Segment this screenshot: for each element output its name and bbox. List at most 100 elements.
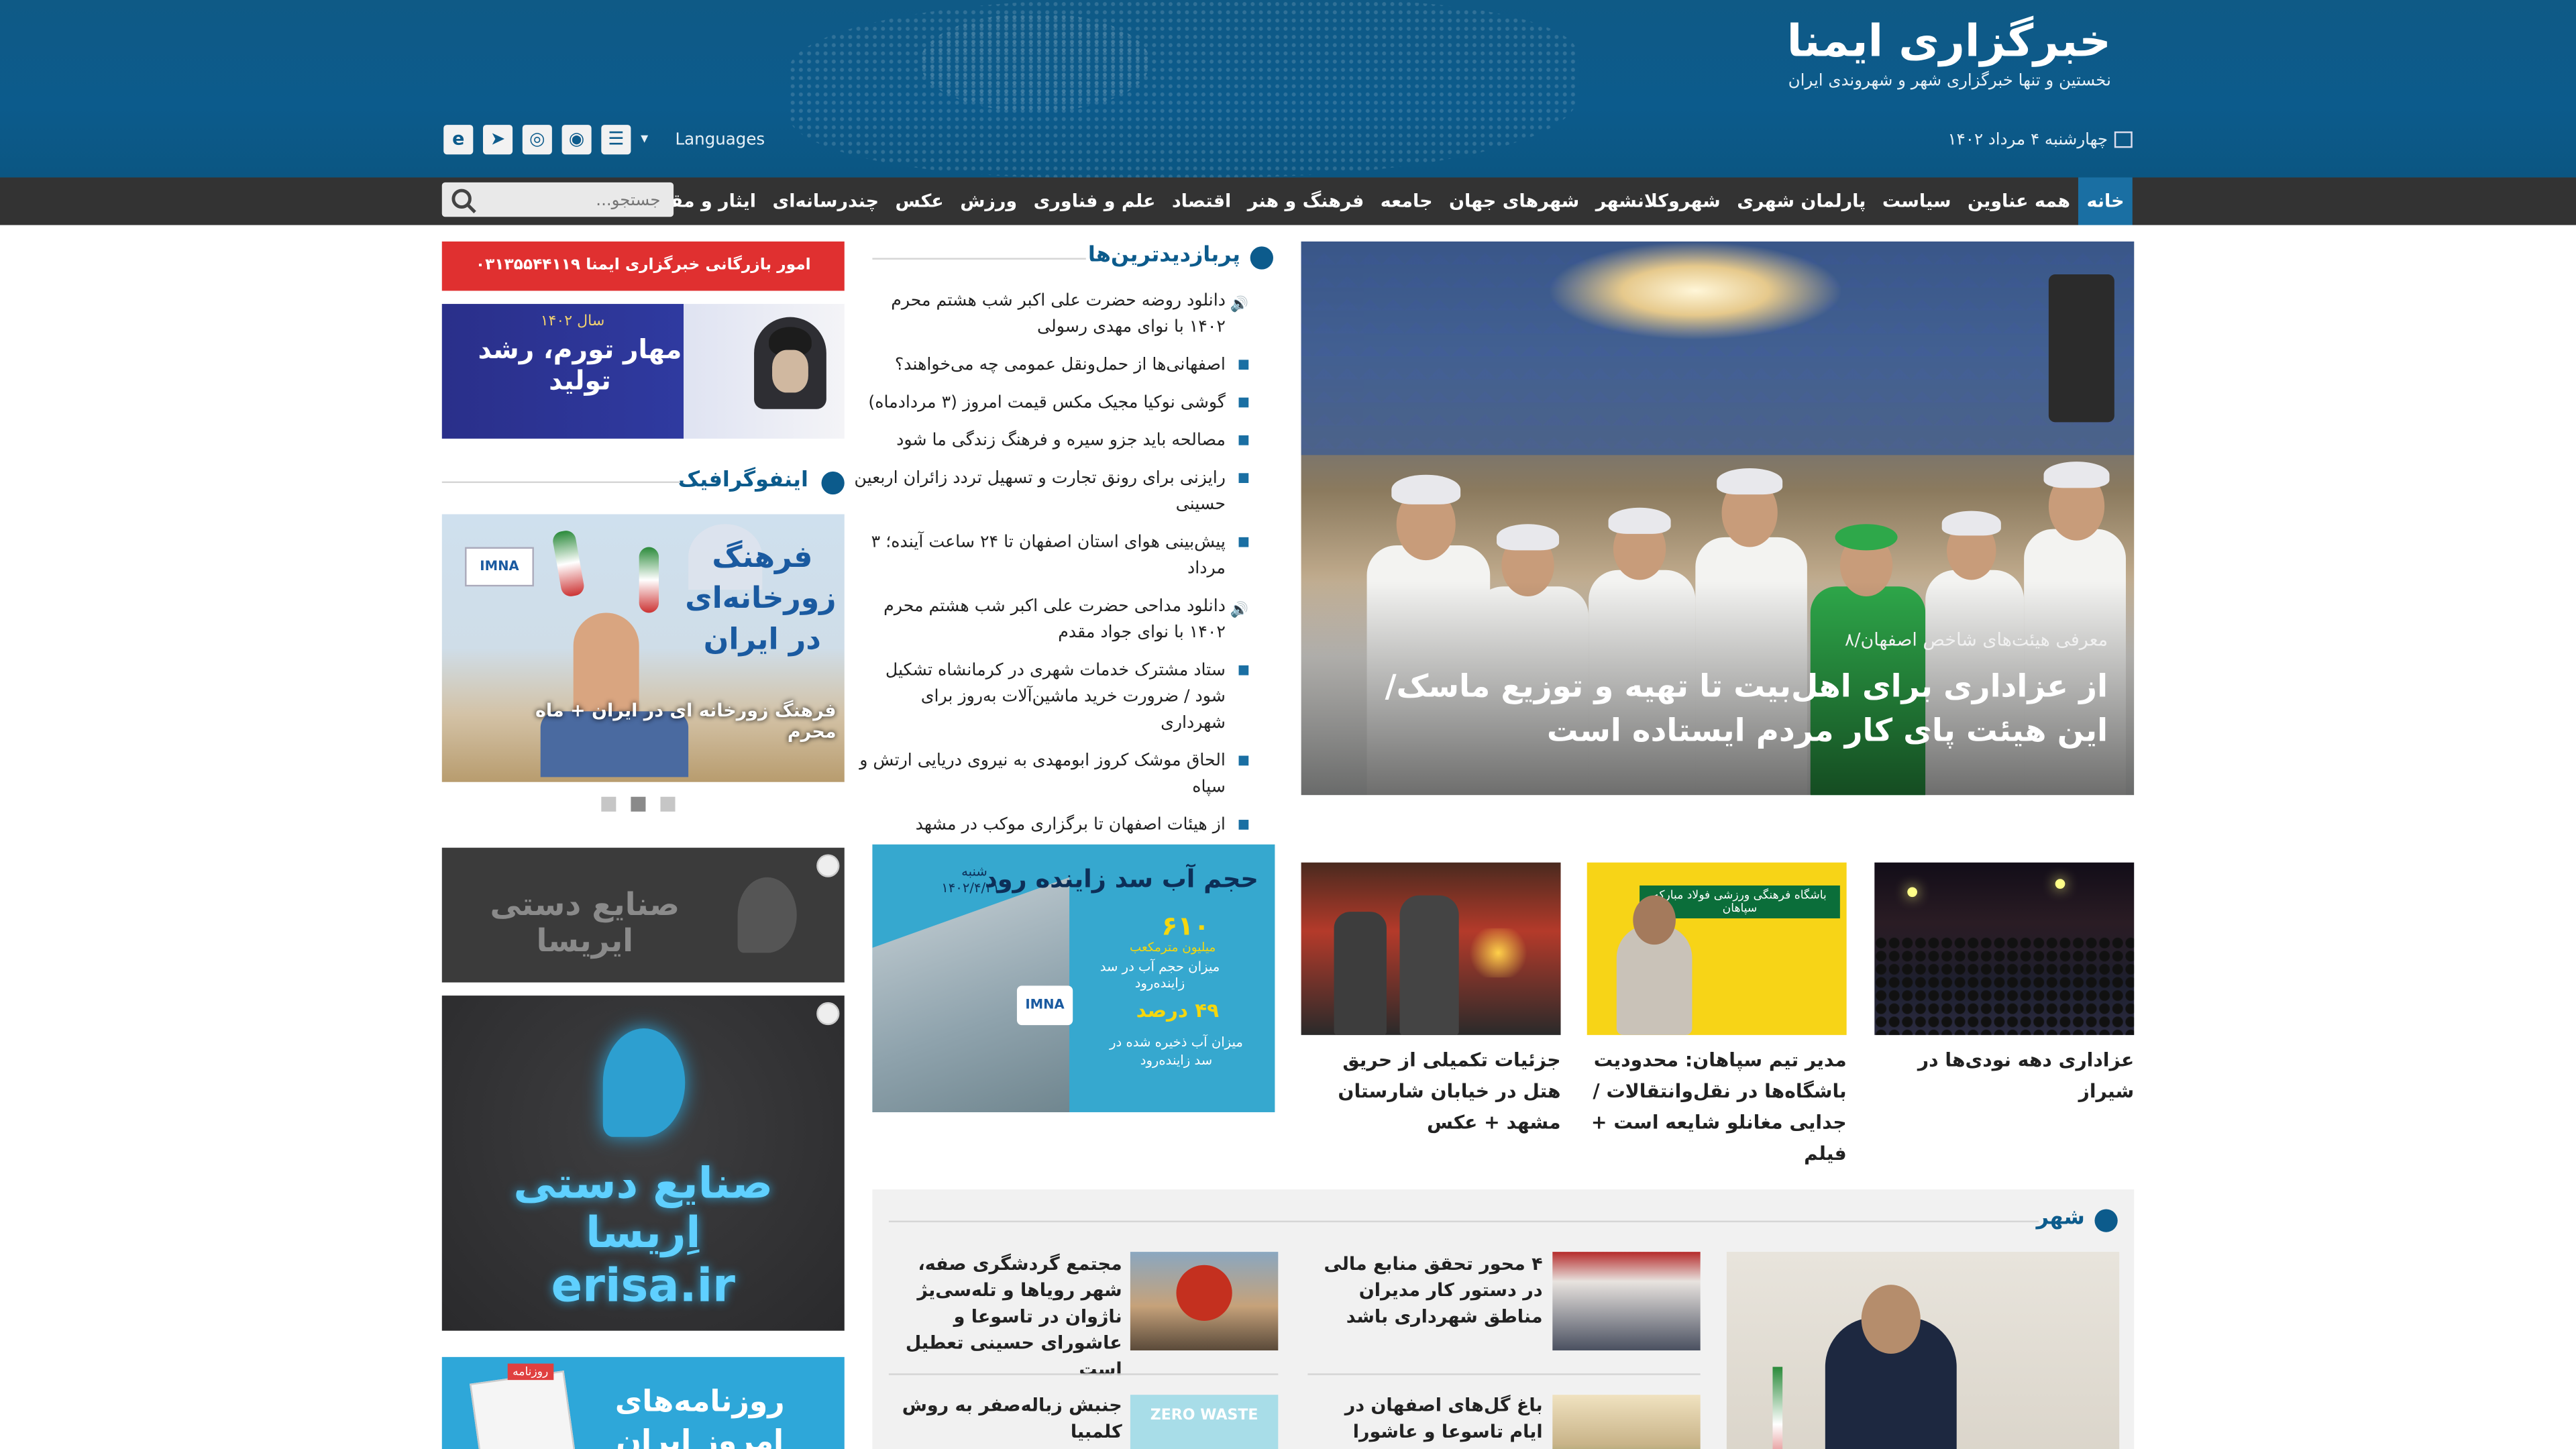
speaker-icon: 🔊	[1230, 297, 1249, 314]
person-figure	[1835, 524, 1898, 551]
commercial-ad-banner[interactable]: امور بازرگانی خبرگزاری ایمنا ۰۳۱۳۵۵۴۴۱۱۹…	[441, 241, 845, 323]
list-item[interactable]: مصالحه باید جزو سیره و فرهنگ زندگی ما شو…	[854, 427, 1249, 453]
speaker-icon: 🔊	[1230, 602, 1249, 620]
list-item-text: از هیئات اصفهان تا برگزاری موکب در مشهد	[915, 814, 1226, 835]
list-item[interactable]: اصفهانی‌ها از حمل‌ونقل عمومی چه می‌خواهن…	[854, 352, 1249, 378]
newspapers-ad[interactable]: روزنامه‌های امروز ایران روزنامه	[441, 1356, 845, 1449]
section-bullet-icon	[1250, 246, 1273, 270]
person-figure	[1391, 474, 1461, 504]
city-item-image[interactable]	[1552, 1252, 1701, 1351]
water-infographic[interactable]: IMNA حجم آب سد زاینده رود شنبه ۱۴۰۲/۴/۳۱…	[872, 844, 1275, 1112]
chandelier-graphic	[1547, 241, 1843, 340]
info-icon[interactable]	[816, 1002, 840, 1026]
city-item-image[interactable]: ZERO WASTE	[1130, 1395, 1279, 1449]
site-tagline: نخستین و تنها خبرگزاری شهر و شهروندی ایر…	[1788, 72, 2111, 91]
erisa-ad-large[interactable]: صنایع دستی اِریسا erisa.ir	[441, 996, 845, 1331]
info-icon[interactable]	[816, 854, 840, 877]
city-section-title[interactable]: شهر	[2037, 1206, 2085, 1231]
section-divider	[872, 258, 1086, 260]
slider-dot-active[interactable]	[631, 796, 646, 812]
nav-item-metropolis[interactable]: شهروکلانشهر	[1588, 177, 1729, 225]
nav-item-home[interactable]: خانه	[2078, 177, 2133, 225]
city-lead-image[interactable]	[1726, 1252, 2120, 1449]
card-image[interactable]	[1301, 862, 1561, 1035]
city-item-caption[interactable]: جنبش زباله‌صفر به روش کلمبیا	[889, 1393, 1122, 1446]
person-figure	[2043, 462, 2110, 488]
card-caption[interactable]: عزاداری دهه نودی‌ها در شیراز	[1874, 1045, 2134, 1108]
club-graphic	[639, 547, 659, 613]
portrait-image	[772, 350, 808, 393]
nav-item-economy[interactable]: اقتصاد	[1164, 177, 1240, 225]
nav-item-city-parliament[interactable]: پارلمان شهری	[1729, 177, 1874, 225]
current-date: چهارشنبه ۴ مرداد ۱۴۰۲	[1947, 131, 2133, 150]
city-section: شهر ۴ محور تحقق منابع مالی در دستور کار …	[872, 1189, 2135, 1449]
infographic-caption[interactable]: فرهنگ زورخانه ای در ایران + ماه محرم	[508, 700, 837, 743]
search-input[interactable]	[476, 187, 664, 215]
ad-title: صنایع دستی ایریسا	[490, 887, 680, 960]
instagram-icon[interactable]: ◎	[522, 125, 552, 155]
infographic-slide[interactable]: فرهنگ زورخانه‌ای در ایران IMNA فرهنگ زور…	[441, 514, 845, 782]
nav-item-culture[interactable]: فرهنگ و هنر	[1239, 177, 1372, 225]
city-item-image[interactable]	[1130, 1252, 1279, 1351]
imna-logo: IMNA	[1016, 985, 1073, 1026]
languages-dropdown[interactable]: Languages	[676, 131, 765, 150]
hero-title[interactable]: از عزاداری برای اهل‌بیت تا تهیه و توزیع …	[1336, 665, 2108, 754]
list-item[interactable]: 🔊 دانلود روضه حضرت علی اکبر شب هشتم محرم …	[854, 288, 1248, 340]
slider-dot[interactable]	[601, 796, 616, 812]
list-icon[interactable]: ☰	[601, 125, 631, 155]
list-item[interactable]: 🔊 دانلود مداحی حضرت علی اکبر شب هشتم محرم…	[854, 593, 1248, 645]
nav-item-world-cities[interactable]: شهرهای جهان	[1441, 177, 1588, 225]
eitaa-icon[interactable]: e	[443, 125, 474, 155]
most-viewed-title[interactable]: پربازدیدترین‌ها	[1088, 243, 1240, 268]
nav-item-photo[interactable]: عکس	[887, 177, 952, 225]
rss-icon[interactable]: ◉	[561, 125, 592, 155]
light-graphic	[1907, 887, 1917, 898]
nav-item-all-titles[interactable]: همه عناوین	[1960, 177, 2079, 225]
list-item[interactable]: پیش‌بینی هوای استان اصفهان تا ۲۴ ساعت آی…	[854, 529, 1249, 582]
infographic-headline: حجم آب سد زاینده رود	[984, 864, 1258, 894]
card-caption[interactable]: جزئیات تکمیلی از حریق هتل در خیابان شارس…	[1301, 1045, 1560, 1139]
card-caption[interactable]: مدیر تیم سپاهان: محدودیت باشگاه‌ها در نق…	[1587, 1045, 1847, 1170]
list-item[interactable]: رایزنی برای رونق تجارت و تسهیل تردد زائر…	[854, 465, 1249, 517]
hero-story[interactable]: معرفی هیئت‌های شاخص اصفهان/۸ از عزاداری …	[1301, 241, 2135, 796]
nav-item-science[interactable]: علم و فناوری	[1025, 177, 1163, 225]
site-logo[interactable]: خبرگزاری ایمنا	[1787, 16, 2111, 67]
water-volume-unit: میلیون مترمکعب	[1130, 939, 1216, 955]
ad-year: سال ۱۴۰۲	[540, 313, 605, 331]
ad-title: صنایع دستی اِریسا	[513, 1159, 773, 1258]
city-item-caption[interactable]: ۴ محور تحقق منابع مالی در دستور کار مدیر…	[1307, 1252, 1542, 1331]
infographic-date: ۱۴۰۲/۴/۳۱	[941, 880, 1000, 896]
nav-item-politics[interactable]: سیاست	[1874, 177, 1960, 225]
paisley-logo-icon	[602, 1028, 686, 1137]
list-item-text: مصالحه باید جزو سیره و فرهنگ زندگی ما شو…	[896, 430, 1226, 451]
club-graphic	[551, 529, 586, 598]
city-item-caption[interactable]: باغ گل‌های اصفهان در ایام تاسوعا و عاشور…	[1307, 1393, 1543, 1449]
city-item-image[interactable]	[1552, 1395, 1701, 1449]
telegram-icon[interactable]: ➤	[483, 125, 513, 155]
card-image[interactable]	[1874, 862, 2135, 1035]
list-item[interactable]: از هیئات اصفهان تا برگزاری موکب در مشهد	[854, 812, 1249, 838]
section-divider	[441, 481, 680, 484]
city-item-image-text: ZERO WASTE	[1150, 1407, 1258, 1425]
city-item-caption[interactable]: مجتمع گردشگری صفه، شهر رویاها و تله‌سی‌ی…	[889, 1252, 1122, 1383]
list-item[interactable]: گوشی نوکیا مجیک مکس قیمت امروز (۳ مردادم…	[854, 389, 1249, 415]
search-icon[interactable]	[451, 189, 472, 209]
list-item-text: گوشی نوکیا مجیک مکس قیمت امروز (۳ مردادم…	[868, 392, 1226, 413]
list-item[interactable]: ستاد مشترک خدمات شهری در کرمانشاه تشکیل …	[854, 657, 1249, 737]
water-percent-value: ۴۹ درصد	[1136, 998, 1220, 1022]
card-image[interactable]: باشگاه فرهنگی ورزشی فولاد مبارکه سپاهان	[1587, 862, 1847, 1035]
chevron-down-icon[interactable]: ▾	[641, 131, 648, 148]
nav-item-sports[interactable]: ورزش	[952, 177, 1025, 225]
slider-dot[interactable]	[660, 796, 676, 812]
water-volume-value: ۶۱۰	[1161, 910, 1210, 942]
leader-ad-banner[interactable]: مهار تورم، رشد تولید سال ۱۴۰۲	[441, 304, 845, 439]
water-volume-label: میزان حجم آب در سد زاینده‌رود	[1099, 959, 1220, 991]
ad-badge: روزنامه	[507, 1363, 553, 1381]
infographic-title[interactable]: اینفوگرافیک	[678, 468, 808, 493]
hero-kicker: معرفی هیئت‌های شاخص اصفهان/۸	[1844, 629, 2108, 651]
section-bullet-icon	[2094, 1209, 2118, 1232]
nav-item-society[interactable]: جامعه	[1373, 177, 1441, 225]
erisa-ad-small[interactable]: صنایع دستی ایریسا	[441, 847, 845, 983]
list-item[interactable]: الحاق موشک کروز ابومهدی به نیروی دریایی …	[854, 747, 1249, 800]
nav-item-multimedia[interactable]: چندرسانه‌ای	[764, 177, 887, 225]
